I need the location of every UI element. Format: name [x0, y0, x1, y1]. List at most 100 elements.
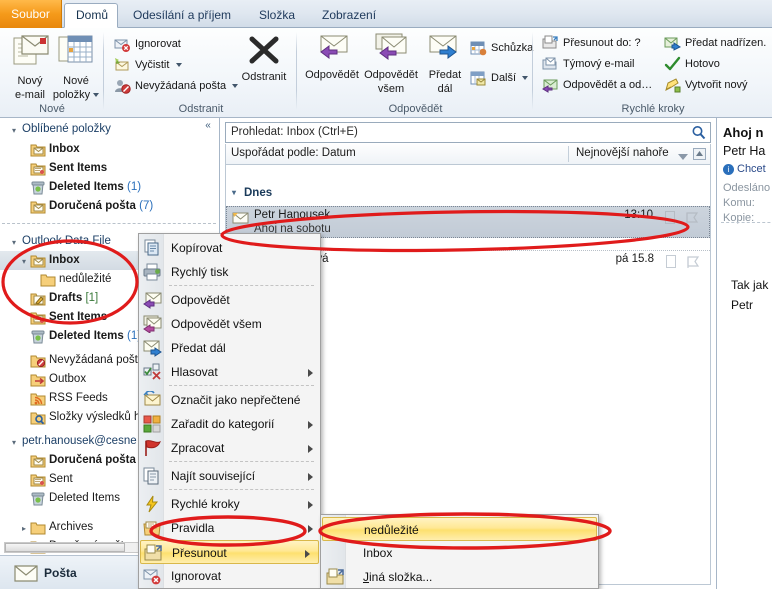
menu-item-odpovedet[interactable]: Odpovědět	[140, 288, 321, 312]
quickstep-reply-delete[interactable]: Odpovědět a od…	[542, 75, 652, 95]
quickstep-move-to[interactable]: Přesunout do: ?	[542, 33, 641, 53]
sort-ascending-icon[interactable]	[693, 148, 706, 163]
quickstep-done[interactable]: Hotovo	[664, 54, 720, 74]
sidebar-label-text: Deleted Items	[49, 330, 124, 342]
tab-domu[interactable]: Domů	[64, 3, 118, 28]
menu-item-pravidla[interactable]: Pravidla	[140, 516, 321, 540]
move-icon	[144, 544, 163, 562]
outlook-window: Soubor Domů Odesílání a příjem Složka Zo…	[0, 0, 772, 589]
meeting-button[interactable]: Schůzka	[470, 38, 533, 58]
sidebar-item-sent-items-label: Sent Items	[49, 311, 108, 323]
group-separator	[103, 32, 104, 110]
tab-soubor[interactable]: Soubor	[0, 0, 62, 28]
nav-divider	[2, 223, 216, 224]
nav-module-mail-label[interactable]: Pošta	[44, 566, 77, 580]
tab-slozka[interactable]: Složka	[248, 4, 306, 28]
sidebar-item-inbox-label: Inbox	[49, 254, 80, 266]
reply-button[interactable]: Odpovědět	[303, 32, 361, 81]
tab-zobrazeni[interactable]: Zobrazení	[311, 4, 387, 28]
sort-order-label[interactable]: Nejnovější nahoře	[576, 147, 669, 159]
rules-icon	[143, 519, 162, 537]
ignore-button[interactable]: Ignorovat	[114, 34, 181, 54]
cleanup-label: Vyčistit	[135, 59, 170, 71]
chevron-down-icon[interactable]	[93, 93, 100, 98]
flag-icon[interactable]	[686, 255, 700, 272]
twisty-right-icon[interactable]: ▸	[18, 519, 30, 538]
sidebar-item-sent-items-fav[interactable]: Sent Items	[0, 159, 219, 178]
junk-mail-button[interactable]: Nevyžádaná pošta	[114, 76, 239, 96]
tab-odesilani-a-prijem[interactable]: Odesílání a příjem	[122, 4, 242, 28]
sidebar-item-deleted-items-fav[interactable]: Deleted Items (1)	[0, 178, 219, 197]
forward-button[interactable]: Předat dál	[422, 32, 468, 95]
sent-folder-icon	[30, 162, 46, 176]
cleanup-icon	[114, 57, 131, 73]
more-button[interactable]: Další	[470, 68, 529, 88]
menu-item-presunout[interactable]: Přesunout	[140, 540, 319, 564]
menu-item-odpovedet-vsem[interactable]: Odpovědět všem	[140, 312, 321, 336]
submenu-item-jina-slozka-label: Jiná složka...	[363, 570, 433, 584]
menu-item-rychle-kroky[interactable]: Rychlé kroky	[140, 492, 321, 516]
delete-button[interactable]: Odstranit	[235, 36, 293, 83]
menu-item-hlasovat[interactable]: Hlasovat	[140, 360, 321, 384]
menu-item-zpracovat[interactable]: Zpracovat	[140, 436, 321, 460]
menu-item-najit-souvisejici-label: Najít související	[171, 469, 256, 483]
new-items-label-1: Nové	[63, 75, 89, 87]
vote-icon	[143, 363, 162, 381]
sidebar-item-dorucena-posta-acct-label: Doručená pošta	[49, 454, 136, 466]
menu-item-oznacit-jako-neprectene[interactable]: Označit jako nepřečtené	[140, 388, 321, 412]
chevron-down-icon[interactable]	[522, 76, 529, 81]
twisty-down-icon[interactable]: ▾	[8, 433, 20, 452]
forward-icon	[143, 339, 162, 357]
move-submenu: nedůležité Inbox Jiná složka...	[320, 514, 599, 589]
chevron-down-icon[interactable]	[232, 84, 239, 89]
more-label: Další	[491, 72, 517, 84]
deleted-folder-icon	[30, 330, 46, 344]
menu-item-kopirovat[interactable]: Kopírovat	[140, 236, 321, 260]
quickstep-create-new[interactable]: Vytvořit nový	[664, 75, 748, 95]
reading-pane-info-bar[interactable]: i Chcet	[723, 163, 766, 175]
submenu-item-neduzelite[interactable]: nedůležité	[322, 517, 597, 541]
reply-all-button[interactable]: Odpovědět všem	[361, 32, 421, 95]
twisty-down-icon[interactable]: ▾	[8, 233, 20, 252]
sidebar-item-deleted-items-label: Deleted Items (1)	[49, 327, 141, 346]
inbox-folder-icon	[30, 454, 46, 468]
junk-folder-icon	[30, 354, 46, 368]
attachment-placeholder-icon	[666, 255, 676, 271]
sidebar-item-dorucena-posta-fav[interactable]: Doručená pošta (7)	[0, 197, 219, 216]
twisty-down-icon[interactable]: ▾	[8, 121, 20, 140]
menu-item-odpovedet-label: Odpovědět	[171, 293, 230, 307]
new-items-button[interactable]: Nové položky	[49, 32, 103, 101]
search-input[interactable]: Prohledat: Inbox (Ctrl+E)	[225, 122, 711, 143]
flag-icon[interactable]	[685, 211, 699, 228]
submenu-item-jina-slozka[interactable]: Jiná složka...	[322, 565, 599, 589]
quickstep-done-label: Hotovo	[685, 58, 720, 70]
reply-all-icon	[375, 33, 407, 60]
quickstep-forward-manager[interactable]: Předat nadřízen.	[664, 33, 766, 53]
sidebar-item-inbox-fav[interactable]: Inbox	[0, 140, 219, 159]
cleanup-button[interactable]: Vyčistit	[114, 55, 182, 75]
menu-item-zaradit-do-kategorii[interactable]: Zařadit do kategorií	[140, 412, 321, 436]
forward-icon	[429, 35, 457, 59]
menu-item-ignorovat[interactable]: Ignorovat	[140, 564, 321, 588]
twisty-down-icon[interactable]: ▾	[18, 252, 30, 271]
chevron-down-icon[interactable]	[678, 151, 688, 163]
deleted-folder-icon	[30, 181, 46, 195]
ribbon-group-nove-label: Nové	[39, 103, 65, 115]
more-icon	[470, 70, 487, 86]
scrollbar-thumb[interactable]	[5, 543, 125, 552]
sidebar-item-deleted-items-acct-label: Deleted Items	[49, 492, 120, 504]
message-group-header[interactable]: ▾ Dnes	[232, 183, 272, 203]
chevron-down-icon[interactable]	[175, 63, 182, 68]
submenu-item-inbox[interactable]: Inbox	[322, 541, 599, 565]
arrange-by-label[interactable]: Uspořádat podle: Datum	[231, 147, 356, 159]
search-icon[interactable]	[691, 125, 706, 143]
menu-item-najit-souvisejici[interactable]: Najít související	[140, 464, 321, 488]
twisty-down-icon[interactable]: ▾	[232, 183, 236, 203]
quickstep-team-email[interactable]: Týmový e-mail	[542, 54, 635, 74]
menu-item-predat-dal[interactable]: Předat dál	[140, 336, 321, 360]
nav-section-favorites[interactable]: ▾ Oblíbené položky	[0, 120, 219, 140]
ribbon: Nový e-mail Nové položky Nové Ignorovat …	[0, 28, 772, 118]
sidebar-item-rss-feeds-label: RSS Feeds	[49, 392, 108, 404]
junk-mail-label: Nevyžádaná pošta	[135, 80, 227, 92]
menu-item-rychly-tisk[interactable]: Rychlý tisk	[140, 260, 321, 284]
